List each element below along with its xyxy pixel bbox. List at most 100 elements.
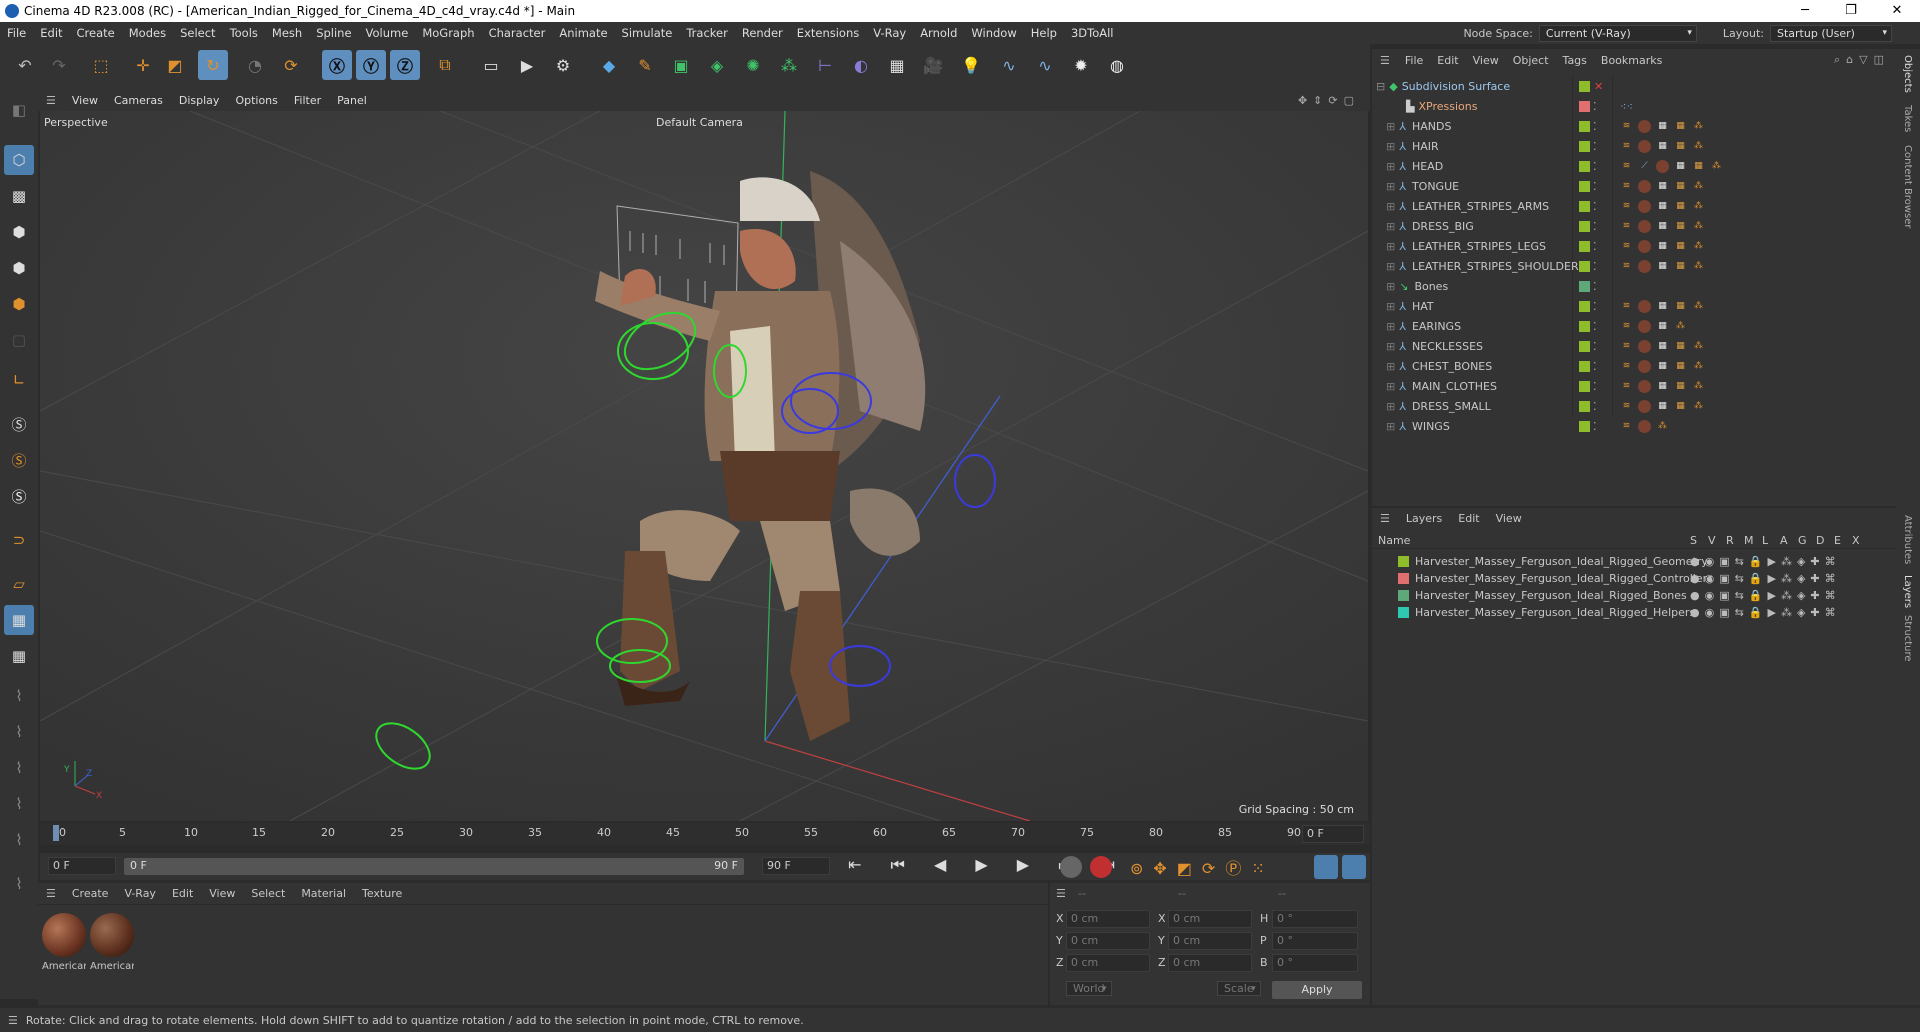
menu-render[interactable]: Render: [735, 26, 790, 40]
weight-icon[interactable]: ⌇: [4, 789, 34, 819]
expand-icon[interactable]: ⊞: [1386, 200, 1395, 213]
object-name[interactable]: MAIN_CLOTHES: [1412, 380, 1497, 393]
menu-window[interactable]: Window: [964, 26, 1023, 40]
layers-menu-layers[interactable]: Layers: [1398, 512, 1450, 525]
layer-color-swatch[interactable]: [1579, 200, 1590, 212]
weight-tag-icon[interactable]: ⁂: [1692, 300, 1705, 313]
rotate-icon[interactable]: ↻: [198, 50, 228, 80]
maximize-button[interactable]: ❐: [1828, 0, 1874, 22]
grid-icon[interactable]: ▦: [4, 605, 34, 635]
viewport-menu-display[interactable]: Display: [171, 94, 228, 107]
phong-tag-icon[interactable]: ≋: [1620, 240, 1633, 253]
uv-mode-icon[interactable]: ▢: [4, 325, 34, 355]
visibility-dots-icon[interactable]: ⁚: [1593, 320, 1597, 333]
disable-x-icon[interactable]: ✕: [1594, 80, 1603, 93]
magnet-icon[interactable]: ⊃: [4, 525, 34, 555]
layer-column-visible[interactable]: V: [1708, 534, 1716, 547]
layer-color-swatch[interactable]: [1398, 589, 1409, 601]
visibility-dots-icon[interactable]: ⁚: [1593, 120, 1597, 133]
material-tag-icon[interactable]: [1638, 139, 1651, 153]
weight-tag-icon[interactable]: ⁂: [1692, 200, 1705, 213]
object-row[interactable]: ⊞ ⅄ CHEST_BONES ⁚ ≋ ▦ ▦ ⁂: [1372, 356, 1896, 376]
layer-color-swatch[interactable]: [1579, 220, 1590, 232]
tab-layers[interactable]: Layers: [1902, 575, 1913, 608]
objects-menu-file[interactable]: File: [1398, 54, 1430, 67]
layers-menu-view[interactable]: View: [1488, 512, 1530, 525]
subdivision-icon[interactable]: ▣: [666, 50, 696, 80]
size-x-field[interactable]: 0 cm: [1168, 910, 1252, 928]
y-axis-lock-icon[interactable]: Ⓨ: [356, 50, 386, 80]
layers-hamburger-icon[interactable]: ☰: [1372, 512, 1398, 525]
material-menu-material[interactable]: Material: [293, 887, 354, 900]
layer-column-name[interactable]: Name: [1378, 534, 1410, 547]
material-menu-texture[interactable]: Texture: [354, 887, 410, 900]
layer-color-swatch[interactable]: [1579, 80, 1590, 92]
object-row[interactable]: ⊞ ⅄ LEATHER_STRIPES_SHOULDERS ⁚ ≋ ▦ ▦ ⁂: [1372, 256, 1896, 276]
material-tag-icon[interactable]: [1638, 219, 1651, 233]
transform-icon[interactable]: ⟳: [276, 50, 306, 80]
object-name[interactable]: HAT: [1412, 300, 1434, 313]
selection-tag-icon[interactable]: ▦: [1674, 120, 1687, 133]
layer-name[interactable]: Harvester_Massey_Ferguson_Ideal_Rigged_G…: [1415, 555, 1708, 568]
selection-tag-icon[interactable]: ▦: [1674, 220, 1687, 233]
visibility-dots-icon[interactable]: ⁚: [1593, 380, 1597, 393]
objects-search-icon[interactable]: ⌕⌂▽◫: [1834, 53, 1890, 67]
object-name[interactable]: DRESS_BIG: [1412, 220, 1474, 233]
phong-tag-icon[interactable]: ≋: [1620, 360, 1633, 373]
playback-controls[interactable]: ⇤ ⏮ ◀ ▶ ▶ ⏭ ⇥: [848, 855, 1127, 875]
material-tag-icon[interactable]: [1638, 199, 1651, 213]
object-name[interactable]: HANDS: [1412, 120, 1451, 133]
object-row[interactable]: ⊞ ⅄ TONGUE ⁚ ≋ ▦ ▦ ⁂: [1372, 176, 1896, 196]
phong-tag-icon[interactable]: ≋: [1620, 260, 1633, 273]
object-row[interactable]: ⊞ ⅄ HAT ⁚ ≋ ▦ ▦ ⁂: [1372, 296, 1896, 316]
expand-icon[interactable]: ⊞: [1386, 360, 1395, 373]
layer-color-swatch[interactable]: [1579, 340, 1590, 352]
phong-tag-icon[interactable]: ≋: [1620, 380, 1633, 393]
menu-extensions[interactable]: Extensions: [790, 26, 866, 40]
weight-tag-icon[interactable]: ⁂: [1692, 360, 1705, 373]
current-frame-field[interactable]: 0 F: [48, 857, 116, 875]
position-z-field[interactable]: 0 cm: [1066, 954, 1150, 972]
live-selection-icon[interactable]: ⬚: [86, 50, 116, 80]
weight-tag-icon[interactable]: ⁂: [1692, 260, 1705, 273]
deformer-icon[interactable]: ⊢: [810, 50, 840, 80]
grid-snap-icon[interactable]: ▦: [4, 641, 34, 671]
auto-key-icon[interactable]: [1090, 856, 1112, 878]
object-name[interactable]: CHEST_BONES: [1412, 360, 1492, 373]
rotation-h-field[interactable]: 0 °: [1272, 910, 1358, 928]
layer-color-swatch[interactable]: [1579, 380, 1590, 392]
snap-enable-icon[interactable]: Ⓢ: [4, 481, 34, 511]
layer-column-generators[interactable]: G: [1798, 534, 1807, 547]
object-name[interactable]: WINGS: [1412, 420, 1450, 433]
record-icon[interactable]: [1060, 856, 1082, 878]
layer-color-swatch[interactable]: [1579, 160, 1590, 172]
light-icon[interactable]: 💡: [956, 50, 986, 80]
uvw-tag-icon[interactable]: ▦: [1656, 320, 1669, 333]
weight-tag-icon[interactable]: ⁂: [1692, 120, 1705, 133]
material-tag-icon[interactable]: [1638, 259, 1651, 273]
points-mode-icon[interactable]: ⬢: [4, 217, 34, 247]
visibility-dots-icon[interactable]: ⁚: [1593, 140, 1597, 153]
menu-3dtoall[interactable]: 3DToAll: [1064, 26, 1121, 40]
visibility-dots-icon[interactable]: ⁚: [1593, 240, 1597, 253]
timeline-ruler[interactable]: 0 5 10 15 20 25 30 35 40 45 50 55 60 65 …: [40, 823, 1370, 845]
object-row[interactable]: ⊞ ⅄ LEATHER_STRIPES_ARMS ⁚ ≋ ▦ ▦ ⁂: [1372, 196, 1896, 216]
object-row[interactable]: ⊞ ⅄ NECKLESSES ⁚ ≋ ▦ ▦ ⁂: [1372, 336, 1896, 356]
object-name[interactable]: Bones: [1414, 280, 1448, 293]
layer-color-swatch[interactable]: [1579, 360, 1590, 372]
selection-tag-icon[interactable]: ▦: [1674, 260, 1687, 273]
material-menu-select[interactable]: Select: [243, 887, 293, 900]
layer-color-swatch[interactable]: [1579, 300, 1590, 312]
menu-tools[interactable]: Tools: [223, 26, 265, 40]
material-tag-icon[interactable]: [1638, 419, 1651, 433]
uvw-tag-icon[interactable]: ▦: [1656, 340, 1669, 353]
material-tag-icon[interactable]: [1638, 339, 1651, 353]
uvw-tag-icon[interactable]: ▦: [1656, 140, 1669, 153]
cloner-icon[interactable]: ✺: [738, 50, 768, 80]
object-name[interactable]: DRESS_SMALL: [1412, 400, 1491, 413]
material-tag-icon[interactable]: [1638, 399, 1651, 413]
viewport-hamburger-icon[interactable]: ☰: [38, 94, 64, 107]
object-row[interactable]: ⊞ ⅄ DRESS_BIG ⁚ ≋ ▦ ▦ ⁂: [1372, 216, 1896, 236]
camera-icon[interactable]: 🎥: [918, 50, 948, 80]
python-script-icon[interactable]: ∿: [1030, 50, 1060, 80]
